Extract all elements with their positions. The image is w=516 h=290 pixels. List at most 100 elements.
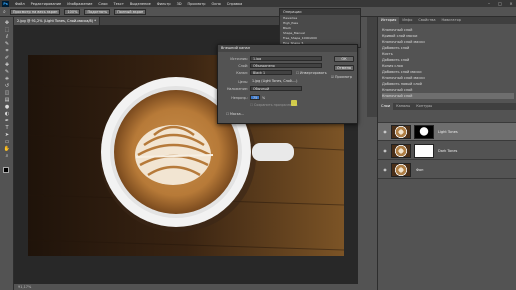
move-icon[interactable]: ✥ — [3, 20, 11, 26]
fit-screen-button[interactable]: Просмотр на весь экран — [9, 8, 61, 15]
tab-history[interactable]: История — [378, 17, 400, 24]
opacity-input[interactable]: 75 — [250, 95, 260, 100]
layer-thumbnail — [391, 144, 411, 158]
status-bar: 91,17% — [14, 284, 358, 290]
shape-icon[interactable]: ▭ — [3, 139, 11, 145]
actions-panel: Операции Нажатие High_Pass Black Shape_M… — [279, 8, 361, 48]
layer-row[interactable]: ◉ Dark Tones — [378, 142, 516, 160]
menu-image[interactable]: Изображение — [67, 2, 92, 6]
layer-mask-thumbnail[interactable] — [414, 144, 434, 158]
target-label: Цель: — [238, 80, 248, 84]
menu-bar: Ps Файл Редактирование Изображение Слои … — [0, 0, 516, 7]
zoom-100-button[interactable]: 100% — [64, 8, 81, 15]
layer-thumbnail — [391, 125, 411, 139]
eye-icon[interactable]: ◉ — [382, 129, 388, 135]
eye-icon[interactable]: ◉ — [382, 148, 388, 154]
preview-label: Просмотр — [335, 75, 352, 79]
menu-type[interactable]: Текст — [114, 2, 124, 6]
menu-filter[interactable]: Фильтр — [157, 2, 171, 6]
invert-checkbox[interactable]: ☐ Инвертировать — [296, 71, 327, 75]
app-logo[interactable]: Ps — [2, 0, 9, 7]
layer-row[interactable]: ◉ Фон — [378, 161, 516, 179]
action-item[interactable]: Black — [283, 26, 291, 31]
menu-file[interactable]: Файл — [15, 2, 25, 6]
zoom-tool-icon: ⌕ — [3, 8, 6, 15]
path-select-icon[interactable]: ➤ — [3, 132, 11, 138]
zoom-icon[interactable]: ⌕ — [3, 153, 11, 159]
actions-panel-title: Операции — [280, 9, 360, 15]
layer-mask-thumbnail[interactable] — [414, 125, 434, 139]
menu-select[interactable]: Выделение — [130, 2, 151, 6]
hand-icon[interactable]: ✋ — [3, 146, 11, 152]
mask-label: Маска... — [230, 112, 244, 116]
maximize-icon[interactable]: □ — [495, 0, 505, 7]
layer-select[interactable]: Объединено — [250, 63, 322, 68]
type-icon[interactable]: T — [3, 125, 11, 131]
eyedropper-icon[interactable]: ✐ — [3, 55, 11, 61]
right-panel: История Инфо Свойства Навигатор Кнопочны… — [377, 17, 516, 290]
lasso-icon[interactable]: ℓ — [3, 34, 11, 40]
target-value: 1.jpg (Light Tones, Слой-...) — [252, 79, 298, 83]
menu-window[interactable]: Окно — [211, 2, 220, 6]
dialog-title: Внешний канал — [218, 45, 357, 52]
close-icon[interactable]: × — [506, 0, 516, 7]
layers-tabs: Слои Каналы Контуры — [378, 103, 516, 110]
menu-help[interactable]: Справка — [227, 2, 242, 6]
history-item[interactable]: Кнопочный слой — [382, 93, 514, 99]
mask-checkbox[interactable]: ☐ Маска... — [226, 112, 244, 116]
fullscreen-button[interactable]: Полный экран — [114, 8, 147, 15]
tab-navigator[interactable]: Навигатор — [438, 17, 464, 24]
action-item[interactable]: Нажатие — [283, 16, 297, 21]
tab-info[interactable]: Инфо — [399, 17, 415, 24]
minimize-icon[interactable]: – — [484, 0, 494, 7]
options-bar: ⌕ Просмотр на весь экран 100% Подогнать … — [0, 7, 516, 17]
menu-view[interactable]: Просмотр — [188, 2, 206, 6]
apply-image-dialog: Внешний канал Источник: 1.jpg Слой: Объе… — [217, 44, 358, 124]
panel-icon-strip — [367, 17, 377, 117]
brush-icon[interactable]: ✎ — [3, 69, 11, 75]
tab-properties[interactable]: Свойства — [415, 17, 438, 24]
crop-icon[interactable]: ⌗ — [3, 48, 11, 54]
cancel-button[interactable]: Отмена — [334, 65, 354, 71]
preview-checkbox[interactable]: ☑ Просмотр — [331, 75, 352, 79]
blending-select[interactable]: Обычный — [250, 86, 302, 91]
menu-layers[interactable]: Слои — [98, 2, 107, 6]
layer-row[interactable]: ◉ Light Tones — [378, 123, 516, 141]
blur-icon[interactable]: ● — [3, 104, 11, 110]
action-item[interactable]: Free_Shape_1000x600 — [283, 36, 317, 41]
layer-label: Слой: — [238, 64, 248, 68]
channel-label: Канал: — [236, 71, 248, 75]
marquee-icon[interactable]: ⬚ — [3, 27, 11, 33]
source-select[interactable]: 1.jpg — [250, 56, 322, 61]
quick-select-icon[interactable]: ✎ — [3, 41, 11, 47]
layer-name: Light Tones — [438, 130, 458, 134]
source-label: Источник: — [230, 57, 248, 61]
layer-name: Dark Tones — [438, 149, 458, 153]
opacity-unit: % — [262, 96, 266, 100]
pen-icon[interactable]: ✒ — [3, 118, 11, 124]
action-item[interactable]: Shape_Manual — [283, 31, 305, 36]
fit-button[interactable]: Подогнать — [84, 8, 111, 15]
tab-paths[interactable]: Контуры — [413, 103, 435, 110]
healing-icon[interactable]: ✚ — [3, 62, 11, 68]
foreground-color-swatch[interactable] — [3, 167, 9, 173]
gradient-icon[interactable]: ▤ — [3, 97, 11, 103]
action-item[interactable]: High_Pass — [283, 21, 298, 26]
dodge-icon[interactable]: ◐ — [3, 111, 11, 117]
stamp-icon[interactable]: ⎈ — [3, 76, 11, 82]
ok-button[interactable]: ОК — [334, 56, 354, 62]
opacity-label: Непрозр.: — [231, 96, 248, 100]
menu-edit[interactable]: Редактирование — [31, 2, 62, 6]
tab-layers[interactable]: Слои — [378, 103, 394, 110]
channel-select[interactable]: Black 1 — [250, 70, 292, 75]
eraser-icon[interactable]: ◫ — [3, 90, 11, 96]
document-tab[interactable]: 2.jpg @ 91,2% (Light Tones, Слой-маска/8… — [14, 17, 100, 25]
layer-thumbnail — [391, 163, 411, 177]
tab-channels[interactable]: Каналы — [393, 103, 413, 110]
history-brush-icon[interactable]: ↺ — [3, 83, 11, 89]
menu-3d[interactable]: 3D — [177, 2, 182, 6]
blending-label: Наложение: — [226, 87, 248, 91]
invert-label: Инвертировать — [300, 71, 327, 75]
eye-icon[interactable]: ◉ — [382, 167, 388, 173]
history-tabs: История Инфо Свойства Навигатор — [378, 17, 516, 24]
